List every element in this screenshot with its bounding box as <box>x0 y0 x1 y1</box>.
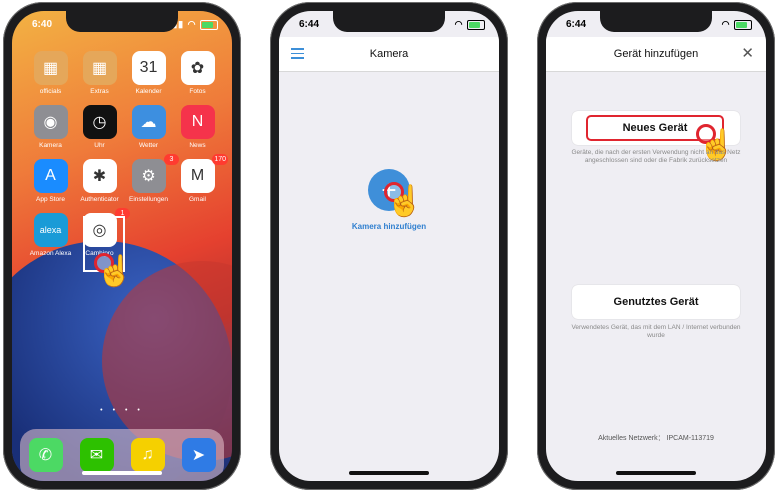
add-device-screen: 6:44 ◠ Gerät hinzufügen ✕ Neues Gerät ☝ … <box>546 11 766 481</box>
status-time: 6:44 <box>566 19 587 30</box>
app-settings[interactable]: ⚙ 3 Einstellungen <box>124 154 179 203</box>
app-label: Fotos <box>189 88 206 95</box>
folder-icon[interactable]: ▦ <box>33 51 68 85</box>
app-label: Authenticator <box>80 196 119 203</box>
home-screen: 6:40 ▮▮ ◠ ▦ officials ▦ Extras 31 Kalender ✿ Fo… <box>12 11 232 481</box>
notch <box>333 11 445 32</box>
calendar-icon[interactable]: 31 <box>131 51 166 85</box>
app-alexa[interactable]: alexa Amazon Alexa <box>26 213 75 257</box>
app-photos[interactable]: ✿ Fotos <box>173 51 222 95</box>
app-label: Extras <box>90 88 109 95</box>
status-icons: ◠ <box>722 19 752 30</box>
wechat-icon[interactable]: ✉ <box>79 438 114 472</box>
phone-home-screen: 6:40 ▮▮ ◠ ▦ officials ▦ Extras 31 Kalender ✿ Fo… <box>3 2 241 490</box>
used-device-button[interactable]: Genutztes Gerät <box>572 285 740 319</box>
news-icon[interactable]: N <box>180 105 215 139</box>
weather-icon[interactable]: ☁ <box>131 105 166 139</box>
gmail-icon[interactable]: M <box>180 159 215 193</box>
camera-icon[interactable]: ◉ <box>33 105 68 139</box>
camera-screen: 6:44 ◠ Kamera + ☝ Kamera hinzufügen <box>279 11 499 481</box>
battery-icon <box>467 19 485 30</box>
current-network: Aktuelles Netzwerk： IPCAM-113719 <box>598 435 714 442</box>
home-indicator[interactable] <box>349 471 429 475</box>
page-title: Kamera <box>369 48 409 60</box>
photos-icon[interactable]: ✿ <box>180 51 215 85</box>
app-store-icon[interactable]: A <box>33 159 68 193</box>
tap-hand-icon: ☝ <box>96 255 134 288</box>
app-label: Gmail <box>189 196 206 203</box>
phone-add-device: 6:44 ◠ Gerät hinzufügen ✕ Neues Gerät ☝ … <box>537 2 775 490</box>
alexa-icon[interactable]: alexa <box>33 213 68 247</box>
page-title: Gerät hinzufügen <box>613 48 699 60</box>
clock-icon[interactable]: ◷ <box>82 105 117 139</box>
app-label: Uhr <box>94 142 105 149</box>
app-label: News <box>189 142 206 149</box>
used-device-description: Verwendetes Gerät, das mit dem LAN / Int… <box>571 324 741 339</box>
folder-icon[interactable]: ▦ <box>82 51 117 85</box>
app-folder[interactable]: ▦ officials <box>26 51 75 95</box>
paper-plane-icon[interactable]: ➤ <box>181 438 216 472</box>
phone-camera-list: 6:44 ◠ Kamera + ☝ Kamera hinzufügen <box>270 2 508 490</box>
new-device-description: Geräte, die nach der ersten Verwendung n… <box>571 149 741 164</box>
home-indicator[interactable] <box>616 471 696 475</box>
app-label: Wetter <box>138 142 159 149</box>
authenticator-icon[interactable]: ✱ <box>82 159 117 193</box>
phone-icon[interactable]: ✆ <box>28 438 63 472</box>
status-time: 6:40 <box>32 19 53 30</box>
app-weather[interactable]: ☁ Wetter <box>124 105 173 149</box>
music-icon[interactable]: ♫ <box>130 438 165 472</box>
app-news[interactable]: N News <box>173 105 222 149</box>
app-calendar[interactable]: 31 Kalender <box>124 51 173 95</box>
app-label: Kamera <box>39 142 62 149</box>
status-icons: ▮▮ ◠ <box>172 19 218 30</box>
app-clock[interactable]: ◷ Uhr <box>75 105 124 149</box>
app-label: Einstellungen <box>128 196 169 203</box>
status-icons: ◠ <box>455 19 485 30</box>
notch <box>600 11 712 32</box>
nav-bar: Kamera <box>279 37 499 72</box>
page-dots[interactable]: • • • • <box>12 407 232 414</box>
home-indicator[interactable] <box>82 471 162 475</box>
app-label: Amazon Alexa <box>29 250 72 257</box>
close-icon[interactable]: ✕ <box>741 37 754 71</box>
app-label: Kalender <box>135 88 162 95</box>
settings-icon[interactable]: ⚙ <box>131 159 166 193</box>
app-gmail[interactable]: M 170 Gmail <box>173 154 228 203</box>
app-label: App Store <box>36 196 65 203</box>
menu-icon[interactable] <box>291 48 304 62</box>
nav-bar: Gerät hinzufügen ✕ <box>546 37 766 72</box>
battery-icon <box>200 19 218 30</box>
app-camera[interactable]: ◉ Kamera <box>26 105 75 149</box>
app-folder[interactable]: ▦ Extras <box>75 51 124 95</box>
status-time: 6:44 <box>299 19 320 30</box>
notch <box>66 11 178 32</box>
battery-icon <box>734 19 752 30</box>
app-app-store[interactable]: A App Store <box>26 159 75 203</box>
notification-badge: 170 <box>212 154 228 165</box>
app-authenticator[interactable]: ✱ Authenticator <box>75 159 124 203</box>
app-label: officials <box>39 88 62 95</box>
add-camera-label[interactable]: Kamera hinzufügen <box>279 222 499 231</box>
tap-hand-icon: ☝ <box>386 185 424 218</box>
